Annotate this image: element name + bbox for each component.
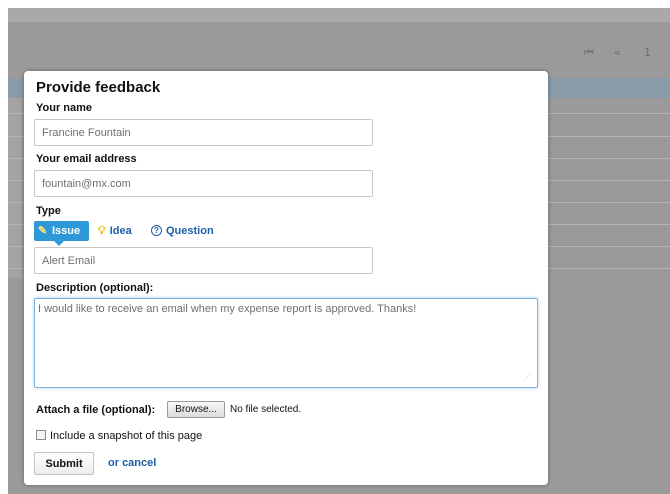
snapshot-row: Include a snapshot of this page <box>36 429 336 443</box>
description-textarea[interactable]: I would like to receive an email when my… <box>34 298 538 388</box>
attach-label: Attach a file (optional): <box>36 404 156 416</box>
email-input[interactable] <box>34 170 373 197</box>
dialog-title: Provide feedback <box>36 79 161 96</box>
name-input[interactable] <box>34 119 373 146</box>
feedback-dialog: Provide feedback Your name Your email ad… <box>24 71 548 485</box>
snapshot-label[interactable]: Include a snapshot of this page <box>50 430 202 442</box>
type-option-label: Idea <box>109 225 132 237</box>
type-selector: ✎ Issue 💡︎ Idea ? Question <box>34 221 334 246</box>
type-option-label: Issue <box>52 225 81 237</box>
type-label: Type <box>36 205 61 217</box>
or-text: or <box>108 457 119 469</box>
type-option-question[interactable]: ? Question <box>151 221 214 241</box>
type-option-issue[interactable]: ✎ Issue <box>34 221 89 246</box>
cancel-link[interactable]: cancel <box>122 457 156 469</box>
email-label: Your email address <box>36 153 137 165</box>
backdrop-pager: ⏮ « 1 <box>570 38 670 64</box>
cancel-link-row: or cancel <box>108 457 156 469</box>
name-label: Your name <box>36 102 93 114</box>
type-option-label: Question <box>166 225 214 237</box>
browse-button[interactable]: Browse... <box>167 401 225 418</box>
snapshot-checkbox[interactable] <box>36 430 46 440</box>
subject-input[interactable] <box>34 247 373 274</box>
pencil-icon: ✎ <box>38 225 48 237</box>
previous-page-icon: « <box>614 46 621 59</box>
page-number: 1 <box>644 46 651 59</box>
attach-file-row: Attach a file (optional): Browse... No f… <box>36 401 436 419</box>
question-icon: ? <box>151 225 162 236</box>
backdrop-top-band <box>8 8 670 22</box>
lightbulb-icon: 💡︎ <box>98 225 106 237</box>
first-page-icon: ⏮ <box>584 46 594 59</box>
file-status: No file selected. <box>230 404 302 415</box>
description-label: Description (optional): <box>36 282 154 294</box>
type-option-idea[interactable]: 💡︎ Idea <box>98 221 132 241</box>
submit-button[interactable]: Submit <box>34 452 94 475</box>
resize-grip-icon[interactable]: ⋰ <box>523 373 533 383</box>
backdrop-left-column <box>8 98 22 278</box>
